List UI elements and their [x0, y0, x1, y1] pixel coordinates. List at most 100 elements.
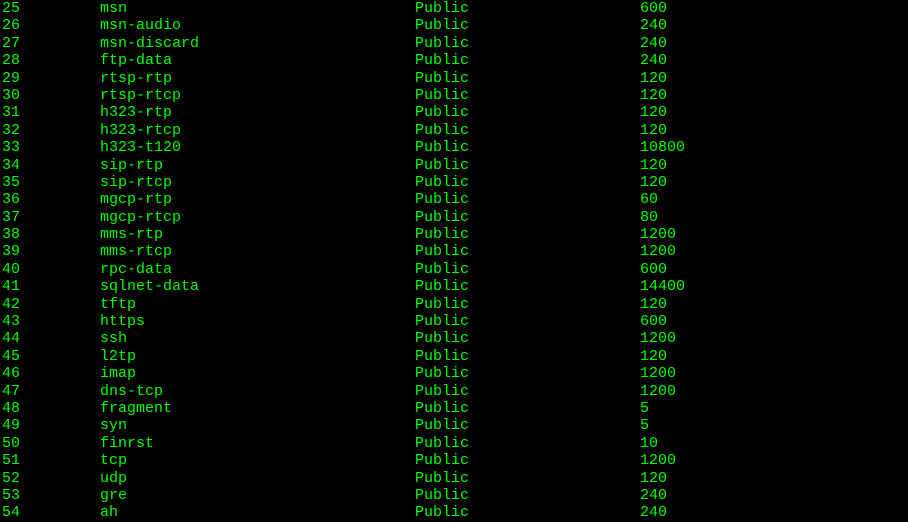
- row-number: 33: [0, 139, 100, 156]
- service-name: l2tp: [100, 348, 415, 365]
- scope-label: Public: [415, 35, 640, 52]
- table-row: 29rtsp-rtpPublic120: [0, 70, 908, 87]
- row-number: 49: [0, 417, 100, 434]
- timeout-value: 120: [640, 296, 908, 313]
- row-number: 38: [0, 226, 100, 243]
- table-row: 52udpPublic120: [0, 470, 908, 487]
- table-row: 28ftp-dataPublic240: [0, 52, 908, 69]
- service-name: mgcp-rtcp: [100, 209, 415, 226]
- table-row: 25msnPublic600: [0, 0, 908, 17]
- timeout-value: 120: [640, 174, 908, 191]
- scope-label: Public: [415, 487, 640, 504]
- scope-label: Public: [415, 452, 640, 469]
- table-row: 41sqlnet-dataPublic14400: [0, 278, 908, 295]
- terminal-output: 25msnPublic60026msn-audioPublic24027msn-…: [0, 0, 908, 522]
- table-row: 43httpsPublic600: [0, 313, 908, 330]
- service-name: h323-rtcp: [100, 122, 415, 139]
- service-name: rpc-data: [100, 261, 415, 278]
- service-name: msn-audio: [100, 17, 415, 34]
- scope-label: Public: [415, 70, 640, 87]
- row-number: 42: [0, 296, 100, 313]
- table-row: 27msn-discardPublic240: [0, 35, 908, 52]
- service-name: gre: [100, 487, 415, 504]
- timeout-value: 1200: [640, 226, 908, 243]
- service-name: tftp: [100, 296, 415, 313]
- row-number: 39: [0, 243, 100, 260]
- scope-label: Public: [415, 400, 640, 417]
- timeout-value: 1200: [640, 365, 908, 382]
- service-name: udp: [100, 470, 415, 487]
- service-name: tcp: [100, 452, 415, 469]
- scope-label: Public: [415, 435, 640, 452]
- service-name: dns-tcp: [100, 383, 415, 400]
- table-row: 45l2tpPublic120: [0, 348, 908, 365]
- table-row: 37mgcp-rtcpPublic80: [0, 209, 908, 226]
- table-row: 35sip-rtcpPublic120: [0, 174, 908, 191]
- service-name: h323-t120: [100, 139, 415, 156]
- table-row: 39mms-rtcpPublic1200: [0, 243, 908, 260]
- service-name: mgcp-rtp: [100, 191, 415, 208]
- scope-label: Public: [415, 104, 640, 121]
- scope-label: Public: [415, 243, 640, 260]
- scope-label: Public: [415, 296, 640, 313]
- scope-label: Public: [415, 330, 640, 347]
- scope-label: Public: [415, 139, 640, 156]
- table-row: 31h323-rtpPublic120: [0, 104, 908, 121]
- scope-label: Public: [415, 0, 640, 17]
- table-row: 49synPublic5: [0, 417, 908, 434]
- row-number: 35: [0, 174, 100, 191]
- table-row: 42tftpPublic120: [0, 296, 908, 313]
- table-row: 38mms-rtpPublic1200: [0, 226, 908, 243]
- scope-label: Public: [415, 87, 640, 104]
- timeout-value: 1200: [640, 452, 908, 469]
- service-name: sqlnet-data: [100, 278, 415, 295]
- row-number: 51: [0, 452, 100, 469]
- scope-label: Public: [415, 504, 640, 521]
- table-row: 48fragmentPublic5: [0, 400, 908, 417]
- table-row: 36mgcp-rtpPublic60: [0, 191, 908, 208]
- table-row: 40rpc-dataPublic600: [0, 261, 908, 278]
- row-number: 27: [0, 35, 100, 52]
- service-name: mms-rtp: [100, 226, 415, 243]
- row-number: 45: [0, 348, 100, 365]
- service-name: finrst: [100, 435, 415, 452]
- service-name: rtsp-rtcp: [100, 87, 415, 104]
- scope-label: Public: [415, 157, 640, 174]
- row-number: 31: [0, 104, 100, 121]
- timeout-value: 600: [640, 261, 908, 278]
- row-number: 52: [0, 470, 100, 487]
- row-number: 26: [0, 17, 100, 34]
- scope-label: Public: [415, 122, 640, 139]
- timeout-value: 1200: [640, 383, 908, 400]
- service-name: imap: [100, 365, 415, 382]
- row-number: 40: [0, 261, 100, 278]
- timeout-value: 120: [640, 87, 908, 104]
- timeout-value: 5: [640, 400, 908, 417]
- service-name: rtsp-rtp: [100, 70, 415, 87]
- service-name: h323-rtp: [100, 104, 415, 121]
- row-number: 41: [0, 278, 100, 295]
- row-number: 25: [0, 0, 100, 17]
- timeout-value: 80: [640, 209, 908, 226]
- scope-label: Public: [415, 226, 640, 243]
- row-number: 36: [0, 191, 100, 208]
- scope-label: Public: [415, 348, 640, 365]
- row-number: 30: [0, 87, 100, 104]
- row-number: 29: [0, 70, 100, 87]
- timeout-value: 120: [640, 470, 908, 487]
- timeout-value: 14400: [640, 278, 908, 295]
- timeout-value: 240: [640, 487, 908, 504]
- timeout-value: 240: [640, 504, 908, 521]
- timeout-value: 120: [640, 70, 908, 87]
- row-number: 50: [0, 435, 100, 452]
- scope-label: Public: [415, 174, 640, 191]
- service-name: sip-rtcp: [100, 174, 415, 191]
- row-number: 53: [0, 487, 100, 504]
- scope-label: Public: [415, 313, 640, 330]
- row-number: 44: [0, 330, 100, 347]
- row-number: 37: [0, 209, 100, 226]
- table-row: 53grePublic240: [0, 487, 908, 504]
- timeout-value: 600: [640, 313, 908, 330]
- table-row: 32h323-rtcpPublic120: [0, 122, 908, 139]
- scope-label: Public: [415, 365, 640, 382]
